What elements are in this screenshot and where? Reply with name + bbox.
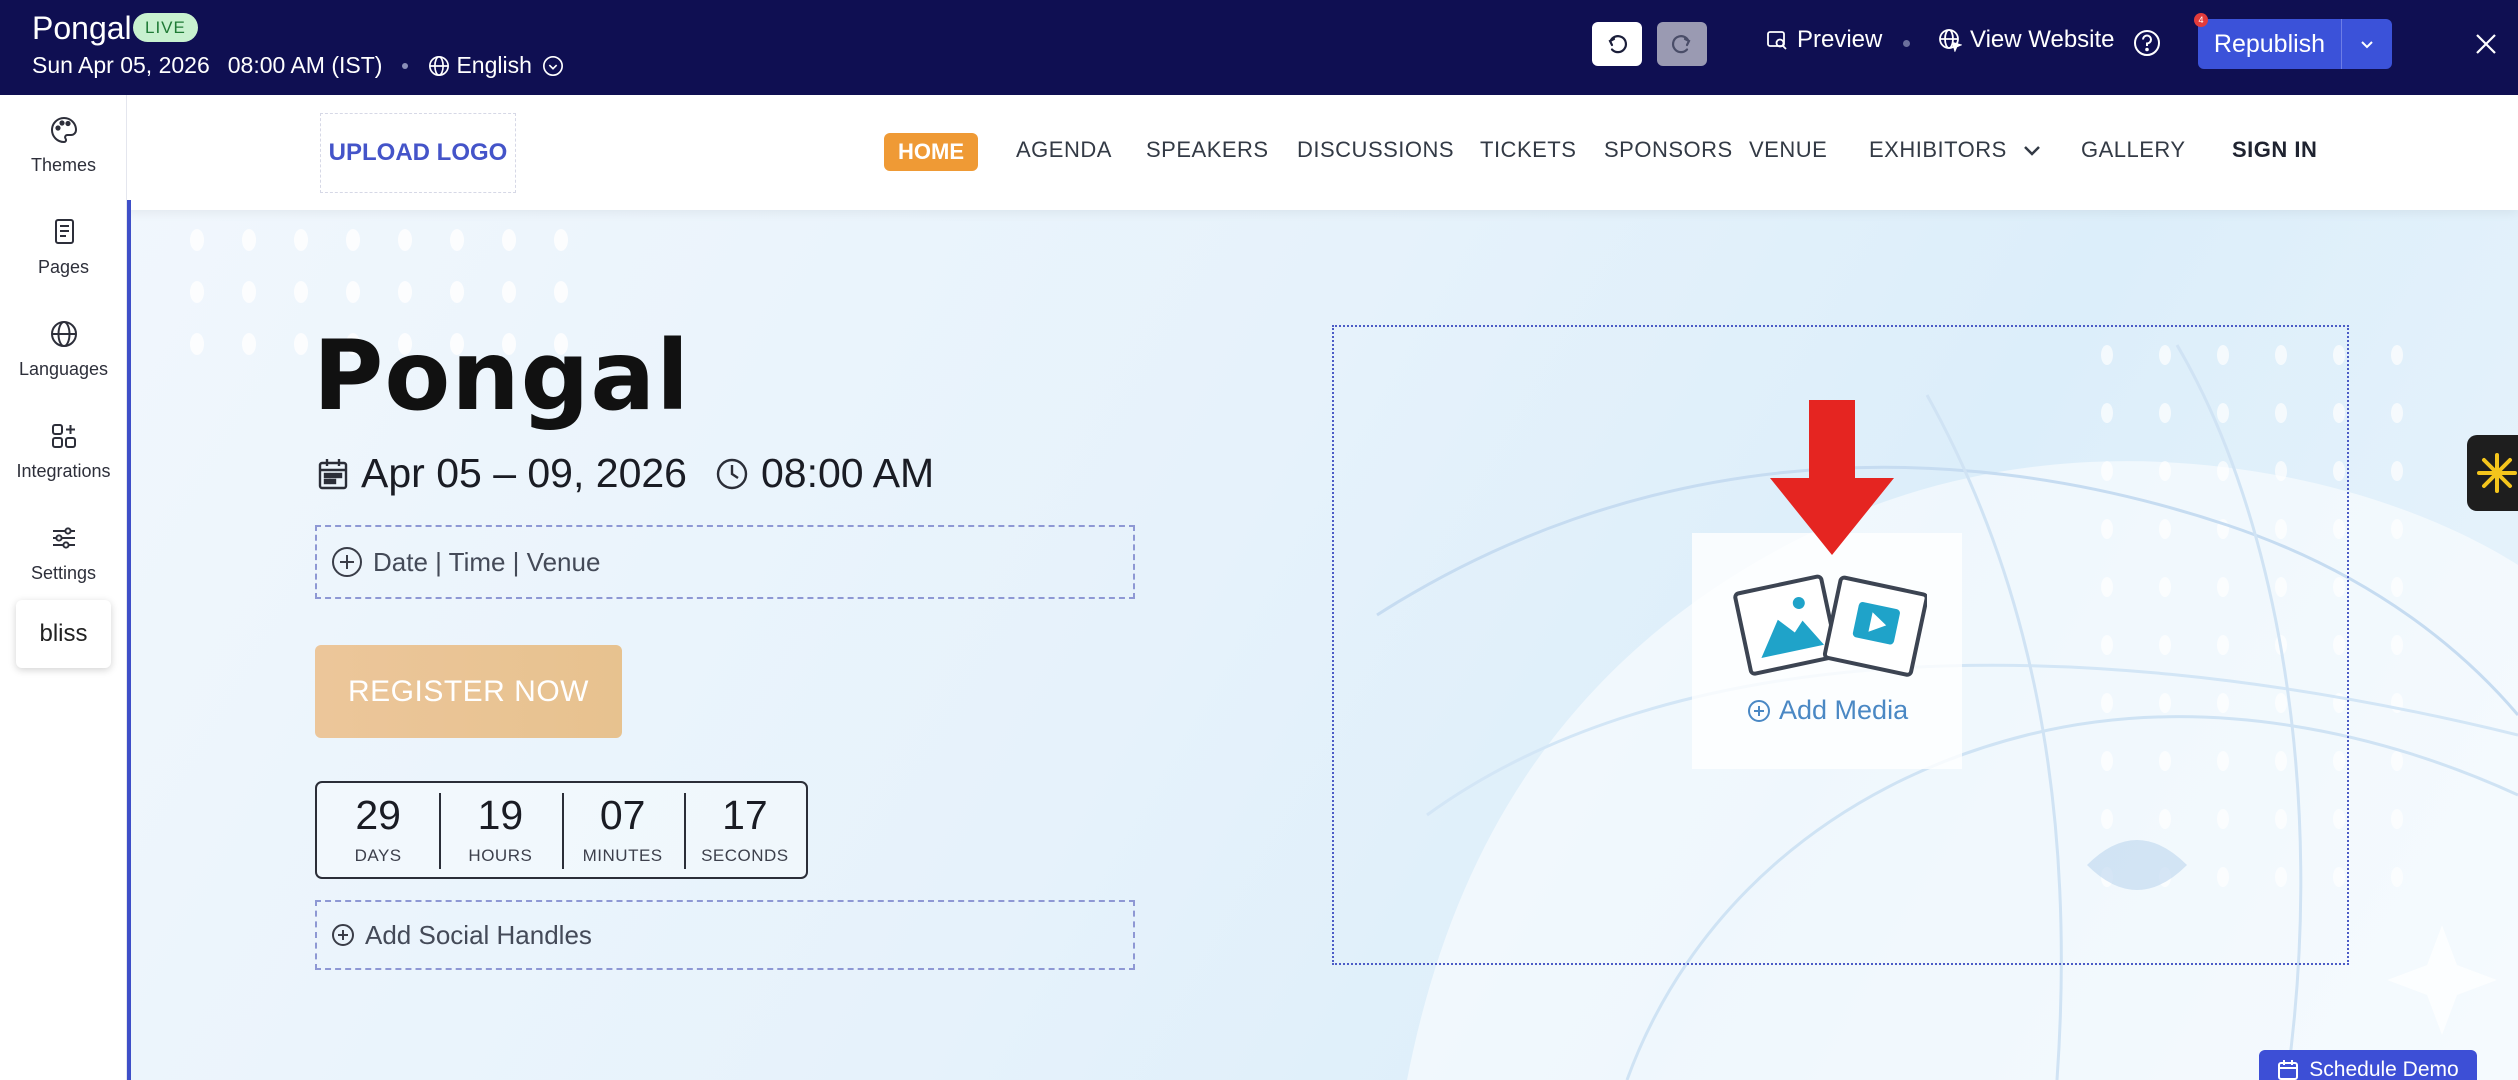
globe-pointer-icon xyxy=(1939,29,1962,52)
canvas-edge-line xyxy=(127,200,131,1080)
date-time-venue-placeholder[interactable]: Date | Time | Venue xyxy=(315,525,1135,599)
nav-exhibitors[interactable]: EXHIBITORS xyxy=(1869,137,2043,163)
register-now-button[interactable]: REGISTER NOW xyxy=(315,645,622,738)
add-social-handles[interactable]: Add Social Handles xyxy=(315,900,1135,970)
countdown-label: DAYS xyxy=(354,845,402,865)
red-arrow-icon xyxy=(1770,400,1894,555)
separator-dot xyxy=(402,62,409,69)
sidebar-item-label: Pages xyxy=(37,257,90,277)
calendar-icon xyxy=(2278,1060,2299,1080)
add-social-handles-label: Add Social Handles xyxy=(365,919,592,950)
separator-dot xyxy=(1903,40,1910,47)
calendar-icon xyxy=(318,458,348,489)
sidebar-item-label: Themes xyxy=(30,155,97,175)
countdown-seconds: 17 SECONDS xyxy=(683,783,806,877)
hero-title[interactable]: Pongal xyxy=(313,320,690,432)
nav-agenda[interactable]: AGENDA xyxy=(1016,137,1112,163)
sidebar-item-label: Settings xyxy=(30,563,97,583)
sidebar-item-languages[interactable]: Languages xyxy=(0,319,127,380)
schedule-demo-label: Schedule Demo xyxy=(2309,1058,2459,1080)
sidebar-item-integrations[interactable]: Integrations xyxy=(0,421,127,482)
close-button[interactable] xyxy=(2468,26,2504,62)
nav-exhibitors-label: EXHIBITORS xyxy=(1869,137,2007,162)
preview-link[interactable]: Preview xyxy=(1765,26,1882,54)
sparkle-icon xyxy=(2477,453,2517,493)
countdown-hours: 19 HOURS xyxy=(439,783,561,877)
redo-button[interactable] xyxy=(1657,22,1707,66)
date-time-venue-label: Date | Time | Venue xyxy=(373,546,601,577)
nav-home[interactable]: HOME xyxy=(884,133,978,171)
palette-icon xyxy=(50,116,77,144)
language-label: English xyxy=(456,52,532,78)
sidebar-item-label: Integrations xyxy=(16,461,111,481)
countdown-value: 17 xyxy=(722,791,768,838)
add-media-label: Add Media xyxy=(1779,695,1909,725)
globe-icon xyxy=(429,55,450,76)
sidebar-item-label: Languages xyxy=(18,359,109,379)
event-title: Pongal xyxy=(32,10,132,46)
countdown-value: 07 xyxy=(599,791,646,838)
top-bar: Pongal LIVE Sun Apr 05, 2026 08:00 AM (I… xyxy=(0,0,2518,95)
language-select[interactable]: English xyxy=(428,52,569,79)
floating-widget-tab[interactable] xyxy=(2467,435,2518,511)
sliders-icon xyxy=(52,527,75,549)
add-media-link[interactable]: Add Media xyxy=(1747,695,1908,726)
view-website-link[interactable]: View Website xyxy=(1938,26,2115,54)
start-time: 08:00 AM xyxy=(760,450,935,496)
site-header: UPLOAD LOGO HOME AGENDA SPEAKERS DISCUSS… xyxy=(127,95,2518,210)
date-range: Apr 05 – 09, 2026 xyxy=(361,450,687,496)
countdown-minutes: 07 MINUTES xyxy=(561,783,684,877)
countdown-value: 19 xyxy=(477,791,524,838)
event-meta: Sun Apr 05, 2026 08:00 AM (IST) English xyxy=(32,52,570,79)
live-badge: LIVE xyxy=(133,13,198,42)
add-circle-icon xyxy=(1748,699,1770,722)
undo-icon xyxy=(1608,35,1627,54)
clock-icon xyxy=(716,458,748,489)
website-canvas: UPLOAD LOGO HOME AGENDA SPEAKERS DISCUSS… xyxy=(127,95,2518,1080)
nav-speakers[interactable]: SPEAKERS xyxy=(1146,137,1269,163)
preview-label: Preview xyxy=(1797,26,1883,53)
countdown-label: SECONDS xyxy=(701,845,789,865)
view-website-label: View Website xyxy=(1970,26,2115,53)
redo-icon xyxy=(1672,35,1691,54)
pages-icon xyxy=(54,219,74,244)
integrations-icon xyxy=(51,424,76,448)
sidebar-item-pages[interactable]: Pages xyxy=(0,217,127,278)
close-icon xyxy=(2476,34,2496,54)
republish-dropdown[interactable] xyxy=(2342,35,2392,53)
media-icon xyxy=(1733,574,1927,677)
preview-icon xyxy=(1767,31,1787,50)
countdown-days: 29 DAYS xyxy=(317,783,439,877)
notification-badge: 4 xyxy=(2194,13,2208,27)
sidebar-item-themes[interactable]: Themes xyxy=(0,115,127,176)
sidebar-item-settings[interactable]: Settings xyxy=(0,523,127,584)
chevron-down-icon xyxy=(2361,41,2373,49)
chevron-down-icon xyxy=(2023,146,2040,156)
undo-button[interactable] xyxy=(1592,22,1642,66)
left-sidebar: Themes Pages Languages Integrations Sett… xyxy=(0,95,127,1080)
upload-logo-button[interactable]: UPLOAD LOGO xyxy=(320,113,516,193)
nav-sign-in[interactable]: SIGN IN xyxy=(2232,137,2317,163)
globe-icon xyxy=(50,321,77,347)
republish-label: Republish xyxy=(2213,29,2326,58)
event-time: 08:00 AM (IST) xyxy=(227,52,383,78)
nav-gallery[interactable]: GALLERY xyxy=(2081,137,2186,163)
bliss-chip[interactable]: bliss xyxy=(16,600,111,668)
nav-venue[interactable]: VENUE xyxy=(1749,137,1827,163)
countdown-value: 29 xyxy=(355,791,401,838)
event-date: Sun Apr 05, 2026 xyxy=(32,52,210,78)
hero-date-time[interactable]: Apr 05 – 09, 2026 08:00 AM xyxy=(317,450,934,497)
add-circle-icon xyxy=(332,924,354,946)
countdown-label: MINUTES xyxy=(582,845,663,865)
help-icon[interactable] xyxy=(2132,28,2162,58)
countdown-timer: 29 DAYS 19 HOURS 07 MINUTES 17 SECONDS xyxy=(315,781,808,879)
countdown-label: HOURS xyxy=(468,845,533,865)
nav-discussions[interactable]: DISCUSSIONS xyxy=(1297,137,1454,163)
nav-sponsors[interactable]: SPONSORS xyxy=(1604,137,1733,163)
nav-tickets[interactable]: TICKETS xyxy=(1480,137,1576,163)
republish-button[interactable]: Republish xyxy=(2198,19,2392,69)
chevron-down-icon xyxy=(542,55,563,76)
schedule-demo-button[interactable]: Schedule Demo xyxy=(2259,1050,2477,1080)
add-circle-icon xyxy=(332,547,362,577)
